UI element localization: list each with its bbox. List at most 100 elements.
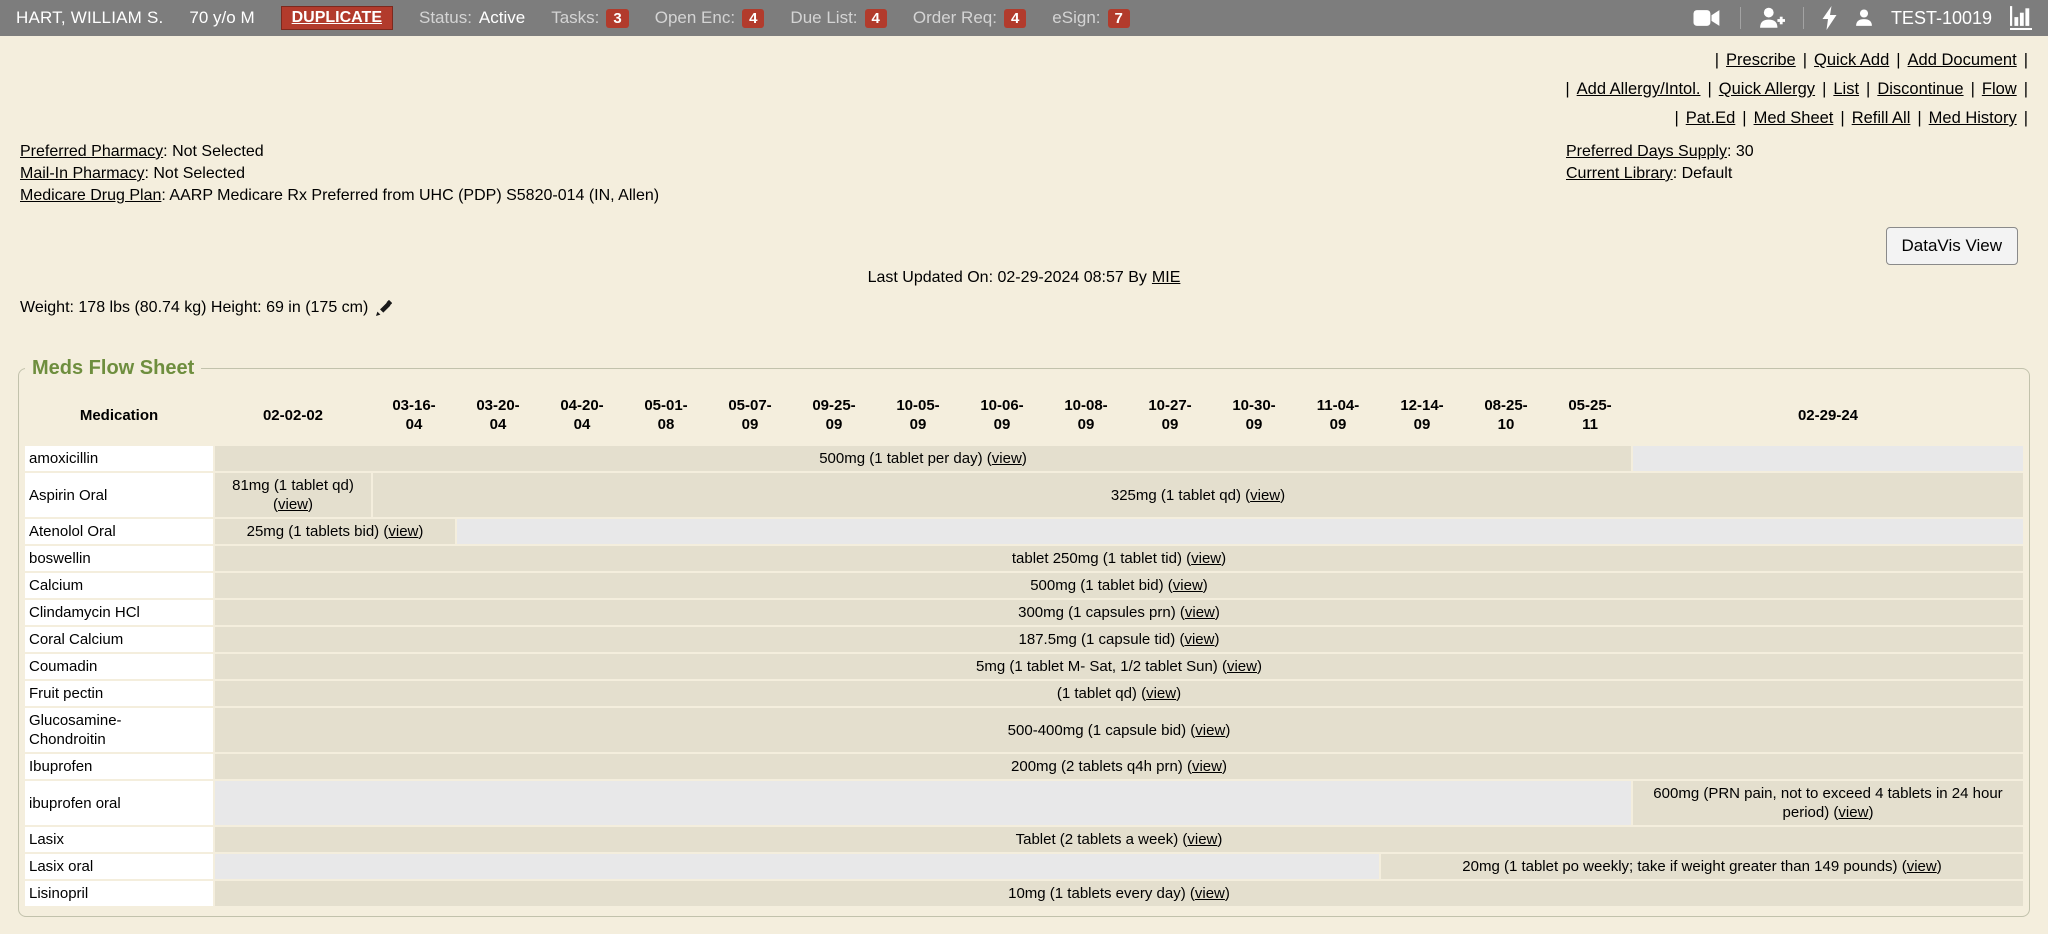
link-add-document[interactable]: Add Document bbox=[1908, 51, 2017, 69]
medication-name: Lisinopril bbox=[25, 881, 213, 906]
column-header-date: 03-16- 04 bbox=[373, 386, 455, 444]
medication-name: amoxicillin bbox=[25, 446, 213, 471]
view-link[interactable]: view bbox=[1907, 858, 1937, 875]
view-link[interactable]: view bbox=[1838, 804, 1868, 821]
link-pat-ed[interactable]: Pat.Ed bbox=[1686, 109, 1736, 127]
link-add-allergy-intol-[interactable]: Add Allergy/Intol. bbox=[1577, 80, 1701, 98]
link-quick-allergy[interactable]: Quick Allergy bbox=[1719, 80, 1815, 98]
chart-icon[interactable] bbox=[2010, 6, 2032, 30]
view-link[interactable]: view bbox=[1227, 658, 1257, 675]
medication-name: ibuprofen oral bbox=[25, 781, 213, 825]
link-separator: | bbox=[1742, 109, 1746, 127]
stat-orderreq: Order Req:4 bbox=[913, 8, 1026, 28]
datavis-view-button[interactable]: DataVis View bbox=[1886, 227, 2018, 265]
last-updated-by-link[interactable]: MIE bbox=[1152, 269, 1180, 286]
dose-text: 200mg (2 tablets q4h prn) bbox=[1011, 758, 1183, 775]
user-icon[interactable] bbox=[1855, 9, 1873, 27]
stat-badge[interactable]: 4 bbox=[742, 9, 764, 28]
info-line: Preferred Days Supply: 30 bbox=[1566, 141, 2028, 163]
info-label-medicare-drug-plan[interactable]: Medicare Drug Plan bbox=[20, 187, 161, 204]
medication-name: Glucosamine- Chondroitin bbox=[25, 708, 213, 752]
dose-text: 10mg (1 tablets every day) bbox=[1008, 885, 1186, 902]
stat-label: Due List: bbox=[790, 8, 857, 28]
vitals-line: Weight: 178 lbs (80.74 kg) Height: 69 in… bbox=[0, 299, 2048, 317]
column-header-date: 04-20- 04 bbox=[541, 386, 623, 444]
column-header-date: 10-08- 09 bbox=[1045, 386, 1127, 444]
patient-stats: Status:ActiveTasks:3Open Enc:4Due List:4… bbox=[419, 8, 1130, 28]
stat-badge[interactable]: 4 bbox=[1004, 9, 1026, 28]
view-link[interactable]: view bbox=[1250, 487, 1280, 504]
patient-name: HART, WILLIAM S. bbox=[16, 8, 163, 28]
vitals-text: Weight: 178 lbs (80.74 kg) Height: 69 in… bbox=[20, 299, 368, 317]
link-med-sheet[interactable]: Med Sheet bbox=[1754, 109, 1834, 127]
column-header-date: 05-01- 08 bbox=[625, 386, 707, 444]
empty-cell bbox=[1633, 446, 2023, 471]
info-label-preferred-pharmacy[interactable]: Preferred Pharmacy bbox=[20, 143, 163, 160]
dose-cell: 325mg (1 tablet qd) (view) bbox=[373, 473, 2023, 517]
table-row: Atenolol Oral25mg (1 tablets bid) (view) bbox=[25, 519, 2023, 544]
quick-links-row-3: |Pat.Ed|Med Sheet|Refill All|Med History… bbox=[20, 104, 2028, 133]
link-separator: | bbox=[1565, 80, 1569, 98]
column-header-date: 05-25- 11 bbox=[1549, 386, 1631, 444]
user-id: TEST-10019 bbox=[1891, 8, 1992, 29]
info-value: Default bbox=[1682, 165, 1733, 182]
link-quick-add[interactable]: Quick Add bbox=[1814, 51, 1889, 69]
dose-cell: 187.5mg (1 capsule tid) (view) bbox=[215, 627, 2023, 652]
stat-esign: eSign:7 bbox=[1052, 8, 1130, 28]
stat-duelist: Due List: 4 bbox=[790, 8, 886, 28]
column-header-date: 10-27- 09 bbox=[1129, 386, 1211, 444]
link-separator: | bbox=[1822, 80, 1826, 98]
view-link[interactable]: view bbox=[1187, 831, 1217, 848]
view-link[interactable]: view bbox=[1192, 758, 1222, 775]
view-link[interactable]: view bbox=[1185, 604, 1215, 621]
duplicate-flag[interactable]: DUPLICATE bbox=[281, 6, 393, 30]
table-row: Glucosamine- Chondroitin500-400mg (1 cap… bbox=[25, 708, 2023, 752]
patient-demographics: 70 y/o M bbox=[189, 8, 254, 28]
link-discontinue[interactable]: Discontinue bbox=[1877, 80, 1963, 98]
link-list[interactable]: List bbox=[1833, 80, 1859, 98]
view-link[interactable]: view bbox=[1184, 631, 1214, 648]
column-header-date: 10-30- 09 bbox=[1213, 386, 1295, 444]
view-link[interactable]: view bbox=[1146, 685, 1176, 702]
medication-name: Aspirin Oral bbox=[25, 473, 213, 517]
column-header-date: 10-06- 09 bbox=[961, 386, 1043, 444]
stat-label: Status: bbox=[419, 8, 472, 28]
link-separator: | bbox=[1971, 80, 1975, 98]
view-link[interactable]: view bbox=[278, 496, 308, 513]
link-refill-all[interactable]: Refill All bbox=[1852, 109, 1911, 127]
stat-badge[interactable]: 7 bbox=[1108, 9, 1130, 28]
dose-text: 325mg (1 tablet qd) bbox=[1111, 487, 1241, 504]
info-value: Not Selected bbox=[153, 165, 245, 182]
view-link[interactable]: view bbox=[1195, 885, 1225, 902]
supply-info: Preferred Days Supply: 30 Current Library… bbox=[1566, 141, 2028, 207]
link-separator: | bbox=[1840, 109, 1844, 127]
view-link[interactable]: view bbox=[1195, 722, 1225, 739]
view-link[interactable]: view bbox=[1173, 577, 1203, 594]
link-flow[interactable]: Flow bbox=[1982, 80, 2017, 98]
dose-text: (1 tablet qd) bbox=[1057, 685, 1137, 702]
column-header-date: 11-04- 09 bbox=[1297, 386, 1379, 444]
info-label-mail-in-pharmacy[interactable]: Mail-In Pharmacy bbox=[20, 165, 144, 182]
stat-badge[interactable]: 3 bbox=[606, 9, 628, 28]
stat-badge[interactable]: 4 bbox=[865, 9, 887, 28]
table-row: Lasix oral20mg (1 tablet po weekly; take… bbox=[25, 854, 2023, 879]
info-label-preferred-days-supply[interactable]: Preferred Days Supply bbox=[1566, 143, 1727, 160]
view-link[interactable]: view bbox=[388, 523, 418, 540]
link-prescribe[interactable]: Prescribe bbox=[1726, 51, 1796, 69]
view-link[interactable]: view bbox=[992, 450, 1022, 467]
bolt-icon[interactable] bbox=[1822, 6, 1837, 30]
dose-cell: Tablet (2 tablets a week) (view) bbox=[215, 827, 2023, 852]
edit-vitals-icon[interactable] bbox=[376, 300, 392, 316]
table-row: LasixTablet (2 tablets a week) (view) bbox=[25, 827, 2023, 852]
view-link[interactable]: view bbox=[1191, 550, 1221, 567]
info-label-current-library[interactable]: Current Library bbox=[1566, 165, 1673, 182]
table-row: Clindamycin HCl300mg (1 capsules prn) (v… bbox=[25, 600, 2023, 625]
dose-cell: 500-400mg (1 capsule bid) (view) bbox=[215, 708, 2023, 752]
link-med-history[interactable]: Med History bbox=[1929, 109, 2017, 127]
video-camera-icon[interactable] bbox=[1692, 9, 1722, 27]
add-user-icon[interactable] bbox=[1759, 7, 1785, 29]
patient-header-bar: HART, WILLIAM S. 70 y/o M DUPLICATE Stat… bbox=[0, 0, 2048, 36]
stat-value: Active bbox=[479, 8, 525, 28]
dose-text: 20mg (1 tablet po weekly; take if weight… bbox=[1462, 858, 1897, 875]
medication-name: Calcium bbox=[25, 573, 213, 598]
